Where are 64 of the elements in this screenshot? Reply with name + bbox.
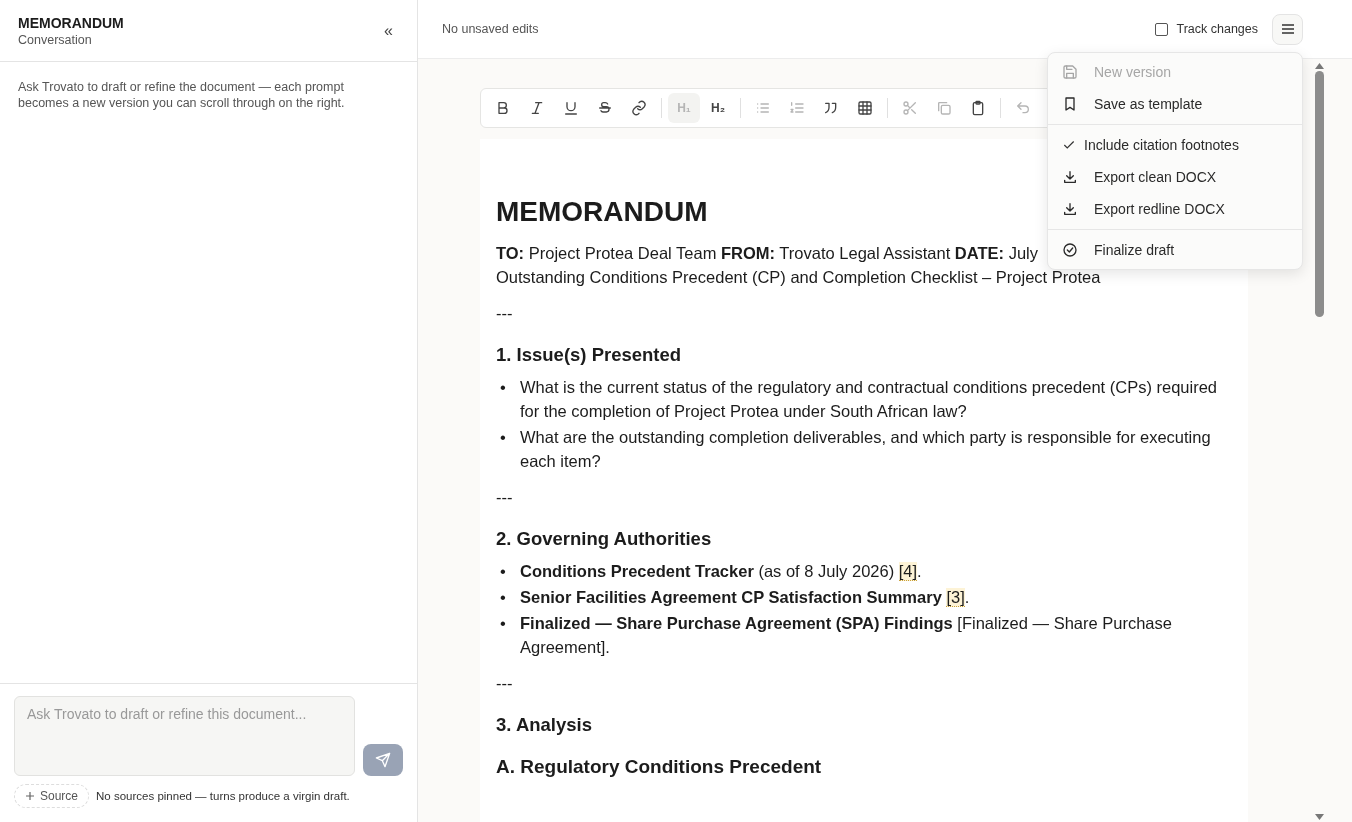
numbers-icon xyxy=(789,100,805,116)
bullet-marker: • xyxy=(499,587,507,608)
sources-note: No sources pinned — turns produce a virgin draft. xyxy=(96,790,350,802)
track-changes-label: Track changes xyxy=(1176,22,1258,36)
citation-link[interactable]: [3] xyxy=(946,588,965,607)
checkmark-icon xyxy=(1062,138,1076,152)
list-item-text: Conditions Precedent Tracker (as of 8 July 2026) [4]. xyxy=(520,561,922,583)
conversation-subtitle: Conversation xyxy=(18,32,93,47)
menu-item[interactable]: Include citation footnotes xyxy=(1048,129,1302,161)
bullet-marker: • xyxy=(499,613,507,634)
memo-header-line: TO: Project Protea Deal Team FROM: Trovato Legal Assistant DATE: July xyxy=(496,243,1038,264)
collapse-sidebar-button[interactable]: « xyxy=(378,19,399,42)
scrollbar-thumb[interactable] xyxy=(1314,71,1324,317)
prompt-field[interactable]: Ask Trovato to draft or refine this document... xyxy=(14,696,356,776)
download-icon xyxy=(1062,169,1078,185)
menu-button[interactable] xyxy=(1272,13,1303,45)
menu-icon xyxy=(1280,23,1295,35)
list-item-text: Finalized — Share Purchase Agreement (SPA) Findings [Finalized — Share Purchase Agreement]. xyxy=(520,613,1173,658)
menu-item[interactable]: Export clean DOCX xyxy=(1048,161,1302,193)
document-title: MEMORANDUM xyxy=(496,195,708,229)
scroll-down-icon[interactable] xyxy=(1314,814,1324,820)
bookmark-icon xyxy=(1062,96,1078,112)
bullets-icon xyxy=(755,100,771,116)
list-item-text: What are the outstanding completion deliverables, and which party is responsible for executing each item? xyxy=(520,427,1212,472)
track-changes-checkbox[interactable] xyxy=(1155,22,1169,36)
bullet-marker: • xyxy=(499,561,507,582)
list-item-text: What is the current status of the regulatory and contractual conditions precedent (CPs) required for the completion of Project Protea under South African law? xyxy=(520,377,1219,422)
paste-icon xyxy=(970,100,986,116)
menu-item[interactable]: Finalize draft xyxy=(1048,234,1302,266)
download-icon xyxy=(1062,201,1078,217)
cut-icon xyxy=(902,100,918,116)
menu-item[interactable]: Save as template xyxy=(1048,88,1302,120)
strike-icon xyxy=(597,100,613,116)
subsection-heading: A. Regulatory Conditions Precedent xyxy=(496,755,822,779)
intro-text: Ask Trovato to draft or refine the document — each prompt becomes a new version you can scroll through on the right. xyxy=(18,79,346,111)
conversation-title: MEMORANDUM xyxy=(18,14,124,31)
memo-header-line: Outstanding Conditions Precedent (CP) and Completion Checklist – Project Protea xyxy=(496,267,1101,288)
copy-icon xyxy=(936,100,952,116)
save-status: No unsaved edits xyxy=(442,22,540,36)
list-item-text: Senior Facilities Agreement CP Satisfaction Summary [3]. xyxy=(520,587,970,609)
table-icon xyxy=(857,100,873,116)
bold-icon xyxy=(495,100,511,116)
link-icon xyxy=(631,100,647,116)
bullet-marker: • xyxy=(499,427,507,448)
bullet-marker: • xyxy=(499,377,507,398)
section-rule-text: --- xyxy=(496,487,513,508)
italic-icon xyxy=(529,100,545,116)
add-source-button[interactable]: Source xyxy=(14,784,90,808)
section-heading: 3. Analysis xyxy=(496,713,592,737)
section-rule-text: --- xyxy=(496,303,513,324)
send-button[interactable] xyxy=(363,744,403,776)
check-circle-icon xyxy=(1062,242,1078,258)
send-icon xyxy=(375,752,392,768)
plus-icon xyxy=(25,791,35,801)
citation-link[interactable]: [4] xyxy=(898,562,918,581)
undo-icon xyxy=(1015,100,1031,116)
section-heading: 1. Issue(s) Presented xyxy=(496,343,682,367)
scroll-up-icon[interactable] xyxy=(1314,63,1324,69)
section-rule-text: --- xyxy=(496,673,513,694)
underline-icon xyxy=(563,100,579,116)
section-heading: 2. Governing Authorities xyxy=(496,527,712,551)
heading-button[interactable]: H₂ xyxy=(702,93,734,123)
menu-item[interactable]: Export redline DOCX xyxy=(1048,193,1302,225)
quote-icon xyxy=(823,100,839,116)
